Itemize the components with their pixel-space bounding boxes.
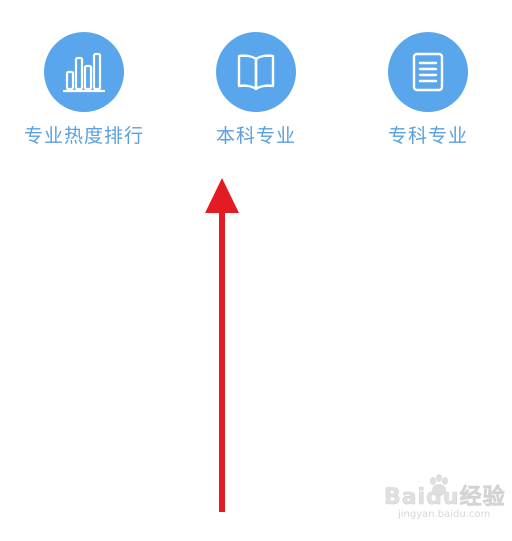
menu-item-label: 专科专业 (387, 125, 468, 147)
arrow-head (205, 178, 239, 213)
undergraduate-icon-badge[interactable] (216, 32, 296, 112)
menu-item-undergraduate-majors[interactable]: 本科专业 (171, 32, 341, 162)
baidu-jingyan-watermark: Baidu经验 jingyan.baidu.com (384, 474, 505, 529)
vocational-icon-badge[interactable] (388, 32, 468, 112)
document-icon (412, 52, 444, 92)
paw-icon (430, 474, 448, 496)
book-icon (237, 54, 275, 91)
major-ranking-icon-badge[interactable] (44, 32, 124, 112)
bar-chart-icon (62, 52, 106, 93)
red-up-arrow-annotation (205, 178, 239, 512)
menu-item-label: 本科专业 (215, 125, 296, 147)
menu-item-vocational-majors[interactable]: 专科专业 (343, 32, 512, 162)
watermark-url: jingyan.baidu.com (398, 509, 491, 520)
arrow-shaft (219, 208, 225, 512)
major-category-menu: 专业热度排行 本科专业 专科专业 (0, 0, 512, 170)
menu-item-label: 专业热度排行 (23, 125, 144, 147)
menu-item-major-ranking[interactable]: 专业热度排行 (0, 32, 169, 162)
